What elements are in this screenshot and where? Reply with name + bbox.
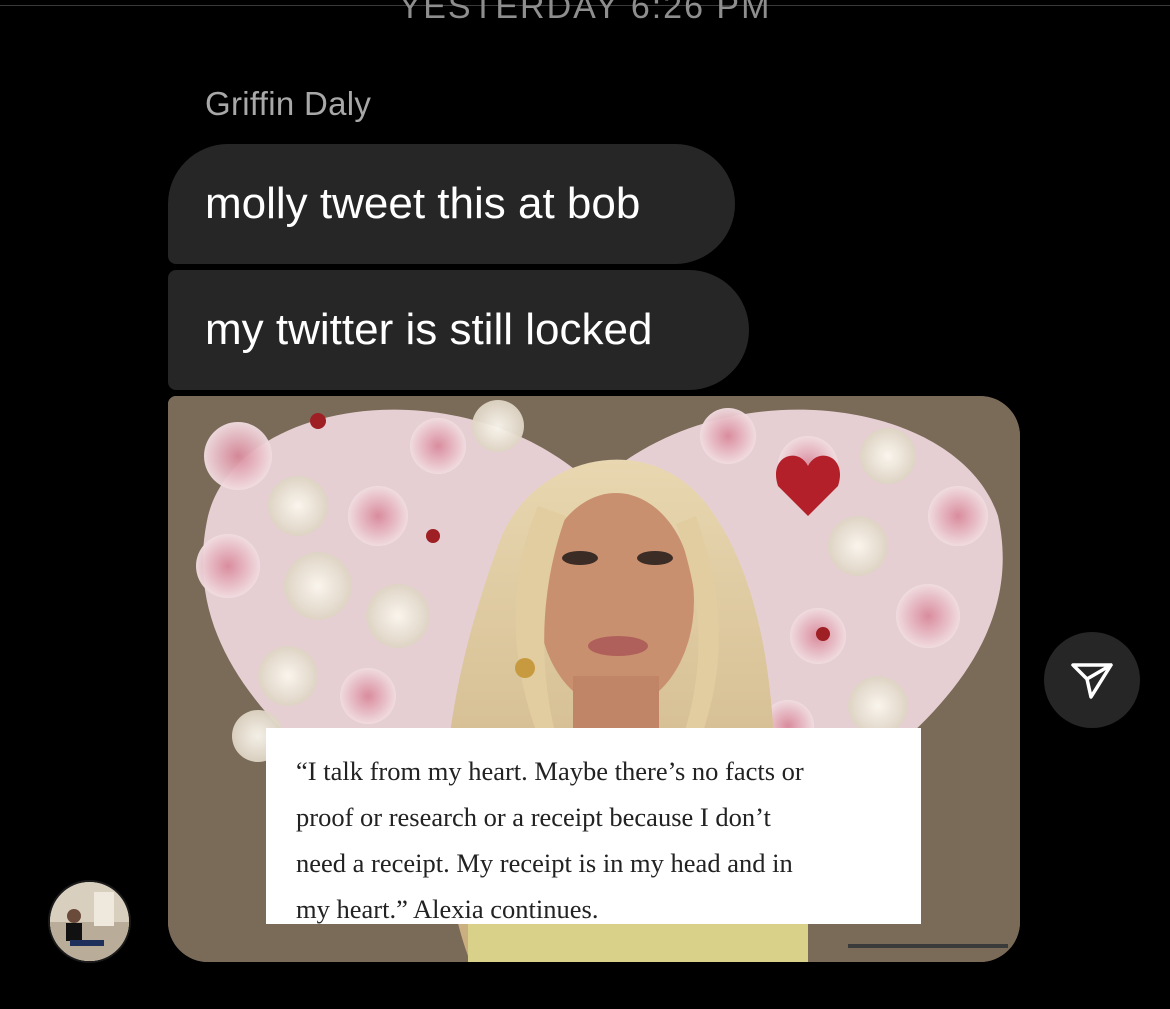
message-text: molly tweet this at bob <box>205 179 641 228</box>
quote-text: “I talk from my heart. Maybe there’s no … <box>296 756 804 924</box>
sender-name: Griffin Daly <box>205 85 372 122</box>
shared-photo[interactable]: “I talk from my heart. Maybe there’s no … <box>168 396 1020 962</box>
quote-caption-card: “I talk from my heart. Maybe there’s no … <box>266 728 921 924</box>
share-button[interactable] <box>1044 632 1140 728</box>
message-bubble[interactable]: molly tweet this at bob <box>168 144 735 264</box>
message-bubble[interactable]: my twitter is still locked <box>168 270 749 390</box>
message-timestamp: YESTERDAY 6:26 PM <box>398 0 772 26</box>
message-text: my twitter is still locked <box>205 305 653 354</box>
sender-avatar[interactable] <box>48 880 131 963</box>
paper-plane-icon <box>1071 663 1113 699</box>
user-avatar-image <box>50 882 129 961</box>
